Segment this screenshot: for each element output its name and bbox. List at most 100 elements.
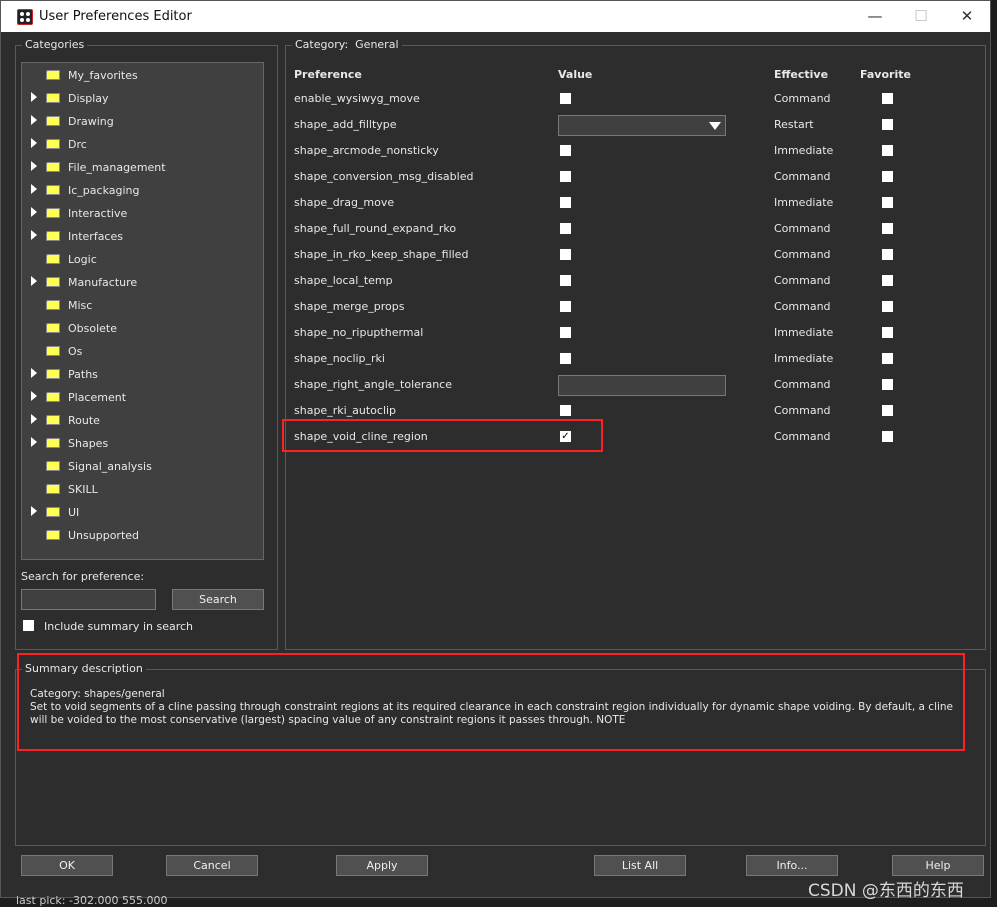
favorite-checkbox[interactable] xyxy=(882,171,893,182)
apply-button[interactable]: Apply xyxy=(336,855,428,876)
value-checkbox[interactable] xyxy=(560,223,571,234)
value-checkbox[interactable] xyxy=(560,145,571,156)
favorite-checkbox[interactable] xyxy=(882,379,893,390)
preference-row: shape_add_filltype Restart xyxy=(286,112,976,138)
category-item[interactable]: Misc xyxy=(22,295,263,315)
expand-arrow-icon[interactable] xyxy=(31,437,37,447)
category-item[interactable]: Signal_analysis xyxy=(22,456,263,476)
category-item[interactable]: Route xyxy=(22,410,263,430)
preference-row: shape_right_angle_tolerance Command xyxy=(286,372,976,398)
category-item[interactable]: Os xyxy=(22,341,263,361)
app-logo-icon xyxy=(17,9,33,25)
ok-button[interactable]: OK xyxy=(21,855,113,876)
expand-arrow-icon[interactable] xyxy=(31,138,37,148)
category-label: Manufacture xyxy=(68,276,138,289)
expand-arrow-icon[interactable] xyxy=(31,161,37,171)
category-item[interactable]: Drawing xyxy=(22,111,263,131)
favorite-checkbox[interactable] xyxy=(882,223,893,234)
expand-arrow-icon[interactable] xyxy=(31,276,37,286)
value-dropdown[interactable] xyxy=(558,115,726,136)
category-item[interactable]: Placement xyxy=(22,387,263,407)
category-label: Paths xyxy=(68,368,98,381)
effective-label: Command xyxy=(774,170,831,183)
expand-arrow-icon[interactable] xyxy=(31,115,37,125)
categories-legend: Categories xyxy=(22,38,88,51)
category-legend-prefix: Category: xyxy=(295,38,349,51)
value-checkbox[interactable] xyxy=(560,405,571,416)
category-label: Interactive xyxy=(68,207,128,220)
favorite-checkbox[interactable] xyxy=(882,275,893,286)
category-label: File_management xyxy=(68,161,166,174)
favorite-checkbox[interactable] xyxy=(882,93,893,104)
favorite-checkbox[interactable] xyxy=(882,197,893,208)
value-checkbox[interactable] xyxy=(560,275,571,286)
preference-name: shape_merge_props xyxy=(294,300,405,313)
info-button[interactable]: Info... xyxy=(746,855,838,876)
value-checkbox[interactable] xyxy=(560,93,571,104)
categories-tree[interactable]: My_favorites Display Drawing Drc File_manage… xyxy=(21,62,264,560)
expand-arrow-icon[interactable] xyxy=(31,92,37,102)
favorite-checkbox[interactable] xyxy=(882,353,893,364)
favorite-checkbox[interactable] xyxy=(882,249,893,260)
category-item[interactable]: Shapes xyxy=(22,433,263,453)
category-item[interactable]: Manufacture xyxy=(22,272,263,292)
favorite-checkbox[interactable] xyxy=(882,119,893,130)
category-item[interactable]: Logic xyxy=(22,249,263,269)
help-button[interactable]: Help xyxy=(892,855,984,876)
value-checkbox[interactable] xyxy=(560,171,571,182)
effective-label: Command xyxy=(774,404,831,417)
category-item[interactable]: My_favorites xyxy=(22,65,263,85)
expand-arrow-icon[interactable] xyxy=(31,230,37,240)
maximize-button[interactable]: ☐ xyxy=(899,5,943,29)
folder-icon xyxy=(46,277,60,287)
preference-name: shape_add_filltype xyxy=(294,118,397,131)
category-item[interactable]: Unsupported xyxy=(22,525,263,545)
preference-row: shape_in_rko_keep_shape_filled Command xyxy=(286,242,976,268)
list-all-button[interactable]: List All xyxy=(594,855,686,876)
category-item[interactable]: Interactive xyxy=(22,203,263,223)
include-summary-checkbox[interactable] xyxy=(23,620,34,631)
expand-arrow-icon[interactable] xyxy=(31,391,37,401)
value-checkbox[interactable] xyxy=(560,327,571,338)
favorite-checkbox[interactable] xyxy=(882,431,893,442)
preference-name: shape_local_temp xyxy=(294,274,393,287)
expand-arrow-icon[interactable] xyxy=(31,207,37,217)
category-item[interactable]: UI xyxy=(22,502,263,522)
category-item[interactable]: Paths xyxy=(22,364,263,384)
category-item[interactable]: Drc xyxy=(22,134,263,154)
favorite-checkbox[interactable] xyxy=(882,145,893,156)
search-button[interactable]: Search xyxy=(172,589,264,610)
favorite-checkbox[interactable] xyxy=(882,301,893,312)
category-item[interactable]: Obsolete xyxy=(22,318,263,338)
category-item[interactable]: SKILL xyxy=(22,479,263,499)
favorite-checkbox[interactable] xyxy=(882,405,893,416)
preference-name: enable_wysiwyg_move xyxy=(294,92,420,105)
category-item[interactable]: Interfaces xyxy=(22,226,263,246)
folder-icon xyxy=(46,369,60,379)
expand-arrow-icon[interactable] xyxy=(31,184,37,194)
minimize-button[interactable]: — xyxy=(853,5,897,29)
value-checkbox[interactable] xyxy=(560,249,571,260)
category-item[interactable]: File_management xyxy=(22,157,263,177)
category-label: Signal_analysis xyxy=(68,460,152,473)
folder-icon xyxy=(46,438,60,448)
folder-icon xyxy=(46,346,60,356)
value-text-input[interactable] xyxy=(558,375,726,396)
favorite-checkbox[interactable] xyxy=(882,327,893,338)
folder-icon xyxy=(46,461,60,471)
expand-arrow-icon[interactable] xyxy=(31,368,37,378)
cancel-button[interactable]: Cancel xyxy=(166,855,258,876)
expand-arrow-icon[interactable] xyxy=(31,414,37,424)
value-checkbox[interactable] xyxy=(560,353,571,364)
effective-label: Immediate xyxy=(774,352,834,365)
category-item[interactable]: Display xyxy=(22,88,263,108)
value-checkbox[interactable] xyxy=(560,301,571,312)
header-favorite: Favorite xyxy=(860,68,911,81)
category-label: SKILL xyxy=(68,483,98,496)
effective-label: Command xyxy=(774,430,831,443)
expand-arrow-icon[interactable] xyxy=(31,506,37,516)
search-input[interactable] xyxy=(21,589,156,610)
close-button[interactable]: ✕ xyxy=(945,5,989,29)
category-item[interactable]: Ic_packaging xyxy=(22,180,263,200)
value-checkbox[interactable] xyxy=(560,197,571,208)
